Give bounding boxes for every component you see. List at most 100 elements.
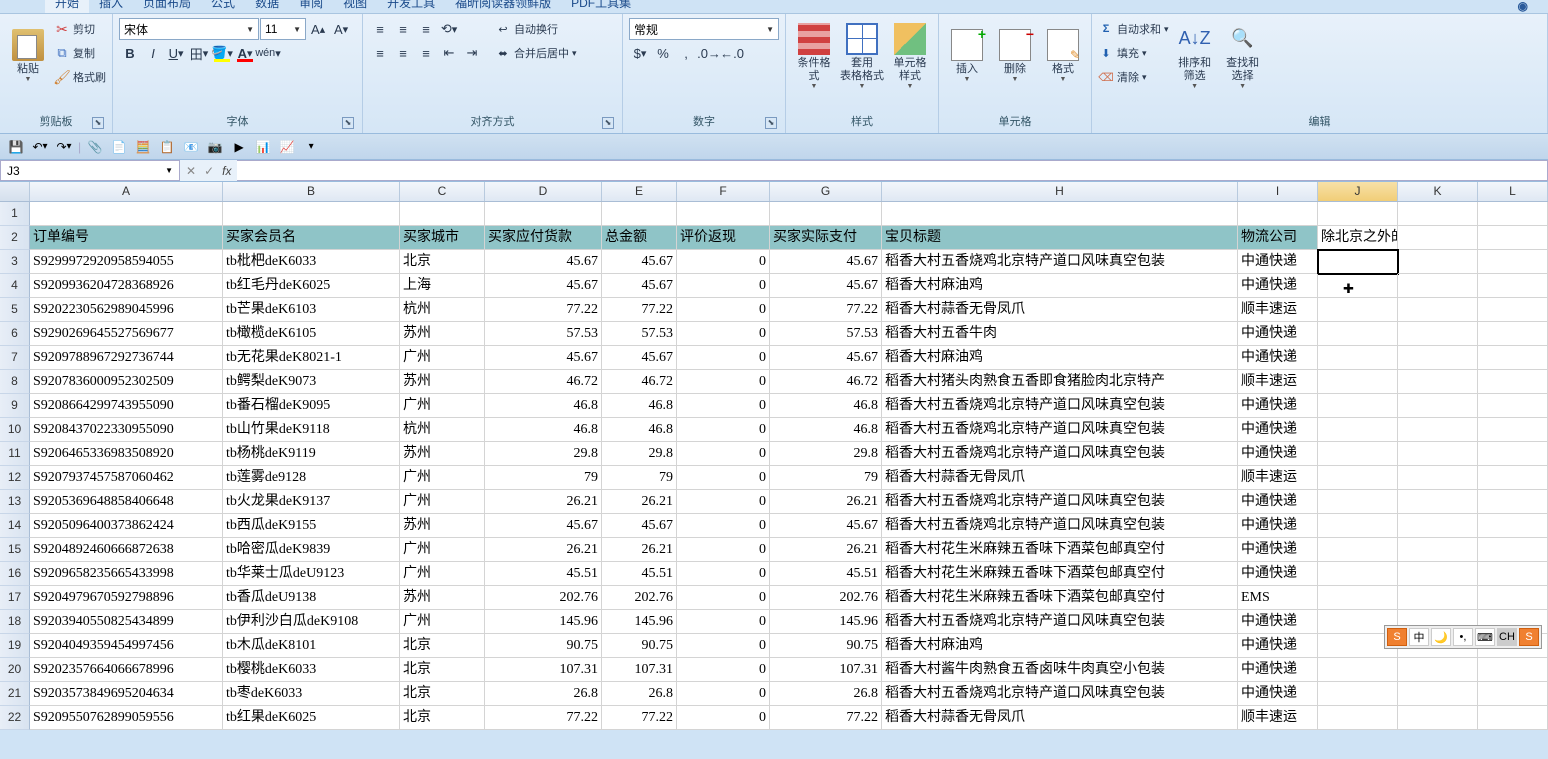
- cell-A6[interactable]: S9290269645527569677: [30, 322, 223, 346]
- cell-D16[interactable]: 45.51: [485, 562, 602, 586]
- cell-I14[interactable]: 中通快递: [1238, 514, 1318, 538]
- cell-B13[interactable]: tb火龙果deK9137: [223, 490, 400, 514]
- merge-center-button[interactable]: ⬌合并后居中▾: [495, 42, 577, 64]
- cell-A22[interactable]: S9209550762899059556: [30, 706, 223, 730]
- cell-D9[interactable]: 46.8: [485, 394, 602, 418]
- row-head-12[interactable]: 12: [0, 466, 30, 490]
- ime-lang[interactable]: 中: [1409, 628, 1429, 646]
- cell-C19[interactable]: 北京: [400, 634, 485, 658]
- cell-H16[interactable]: 稻香大村花生米麻辣五香味下酒菜包邮真空付: [882, 562, 1238, 586]
- col-head-G[interactable]: G: [770, 182, 882, 201]
- wrap-text-button[interactable]: ↩自动换行: [495, 18, 577, 40]
- cell-H9[interactable]: 稻香大村五香烧鸡北京特产道口风味真空包装: [882, 394, 1238, 418]
- fill-color-button[interactable]: 🪣▾: [211, 42, 233, 64]
- row-head-22[interactable]: 22: [0, 706, 30, 730]
- cell-E12[interactable]: 79: [602, 466, 677, 490]
- cell-K14[interactable]: [1398, 514, 1478, 538]
- number-launcher[interactable]: ⬊: [765, 117, 777, 129]
- col-head-J[interactable]: J: [1318, 182, 1398, 201]
- cell-E9[interactable]: 46.8: [602, 394, 677, 418]
- cell-J16[interactable]: [1318, 562, 1398, 586]
- cell-G19[interactable]: 90.75: [770, 634, 882, 658]
- cell-E3[interactable]: 45.67: [602, 250, 677, 274]
- qat-save[interactable]: 💾: [6, 137, 26, 157]
- cell-B5[interactable]: tb芒果deK6103: [223, 298, 400, 322]
- row-head-10[interactable]: 10: [0, 418, 30, 442]
- cell-C18[interactable]: 广州: [400, 610, 485, 634]
- cell-D15[interactable]: 26.21: [485, 538, 602, 562]
- cell-H20[interactable]: 稻香大村酱牛肉熟食五香卤味牛肉真空小包装: [882, 658, 1238, 682]
- cell-K9[interactable]: [1398, 394, 1478, 418]
- align-center-button[interactable]: ≡: [392, 42, 414, 64]
- cell-I16[interactable]: 中通快递: [1238, 562, 1318, 586]
- cell-G21[interactable]: 26.8: [770, 682, 882, 706]
- cell-I6[interactable]: 中通快递: [1238, 322, 1318, 346]
- row-head-4[interactable]: 4: [0, 274, 30, 298]
- cell-L16[interactable]: [1478, 562, 1548, 586]
- ime-keyboard-icon[interactable]: ⌨: [1475, 628, 1495, 646]
- qat-redo[interactable]: ↷▾: [54, 137, 74, 157]
- cell-F6[interactable]: 0: [677, 322, 770, 346]
- number-format-combo[interactable]: 常规▼: [629, 18, 779, 40]
- cell-D5[interactable]: 77.22: [485, 298, 602, 322]
- cell-C4[interactable]: 上海: [400, 274, 485, 298]
- font-name-combo[interactable]: 宋体▼: [119, 18, 259, 40]
- ime-moon-icon[interactable]: 🌙: [1431, 628, 1451, 646]
- row-head-19[interactable]: 19: [0, 634, 30, 658]
- cell-G7[interactable]: 45.67: [770, 346, 882, 370]
- help-icon[interactable]: ◉: [1518, 0, 1528, 13]
- cell-E22[interactable]: 77.22: [602, 706, 677, 730]
- cell-L20[interactable]: [1478, 658, 1548, 682]
- comma-button[interactable]: ,: [675, 42, 697, 64]
- cell-D21[interactable]: 26.8: [485, 682, 602, 706]
- ime-mode[interactable]: CH: [1497, 628, 1517, 646]
- cell-H18[interactable]: 稻香大村五香烧鸡北京特产道口风味真空包装: [882, 610, 1238, 634]
- cell-D22[interactable]: 77.22: [485, 706, 602, 730]
- cell-H17[interactable]: 稻香大村花生米麻辣五香味下酒菜包邮真空付: [882, 586, 1238, 610]
- cell-J17[interactable]: [1318, 586, 1398, 610]
- cell-C14[interactable]: 苏州: [400, 514, 485, 538]
- dec-decimal-button[interactable]: ←.0: [721, 42, 743, 64]
- col-head-D[interactable]: D: [485, 182, 602, 201]
- cell-D18[interactable]: 145.96: [485, 610, 602, 634]
- col-head-I[interactable]: I: [1238, 182, 1318, 201]
- cell-L12[interactable]: [1478, 466, 1548, 490]
- cell-J5[interactable]: [1318, 298, 1398, 322]
- cell-I12[interactable]: 顺丰速运: [1238, 466, 1318, 490]
- row-head-16[interactable]: 16: [0, 562, 30, 586]
- cell-H3[interactable]: 稻香大村五香烧鸡北京特产道口风味真空包装: [882, 250, 1238, 274]
- cell-C2[interactable]: 买家城市: [400, 226, 485, 250]
- cell-E4[interactable]: 45.67: [602, 274, 677, 298]
- cell-I11[interactable]: 中通快递: [1238, 442, 1318, 466]
- cell-E11[interactable]: 29.8: [602, 442, 677, 466]
- cell-D2[interactable]: 买家应付货款: [485, 226, 602, 250]
- align-left-button[interactable]: ≡: [369, 42, 391, 64]
- col-head-E[interactable]: E: [602, 182, 677, 201]
- cell-A13[interactable]: S9205369648858406648: [30, 490, 223, 514]
- cell-G18[interactable]: 145.96: [770, 610, 882, 634]
- cell-G20[interactable]: 107.31: [770, 658, 882, 682]
- align-bottom-button[interactable]: ≡: [415, 18, 437, 40]
- cell-I17[interactable]: EMS: [1238, 586, 1318, 610]
- cell-G22[interactable]: 77.22: [770, 706, 882, 730]
- cell-I18[interactable]: 中通快递: [1238, 610, 1318, 634]
- col-head-L[interactable]: L: [1478, 182, 1548, 201]
- cell-B10[interactable]: tb山竹果deK9118: [223, 418, 400, 442]
- cell-H13[interactable]: 稻香大村五香烧鸡北京特产道口风味真空包装: [882, 490, 1238, 514]
- cell-H6[interactable]: 稻香大村五香牛肉: [882, 322, 1238, 346]
- cell-J12[interactable]: [1318, 466, 1398, 490]
- delete-button[interactable]: 删除▼: [993, 18, 1037, 94]
- row-head-15[interactable]: 15: [0, 538, 30, 562]
- cell-C9[interactable]: 广州: [400, 394, 485, 418]
- clipboard-launcher[interactable]: ⬊: [92, 117, 104, 129]
- find-select-button[interactable]: 🔍查找和 选择▼: [1221, 18, 1265, 94]
- col-head-C[interactable]: C: [400, 182, 485, 201]
- cell-L10[interactable]: [1478, 418, 1548, 442]
- cell-J6[interactable]: [1318, 322, 1398, 346]
- cell-J1[interactable]: [1318, 202, 1398, 226]
- cell-J20[interactable]: [1318, 658, 1398, 682]
- cell-F8[interactable]: 0: [677, 370, 770, 394]
- cell-G4[interactable]: 45.67: [770, 274, 882, 298]
- cell-F22[interactable]: 0: [677, 706, 770, 730]
- cell-F5[interactable]: 0: [677, 298, 770, 322]
